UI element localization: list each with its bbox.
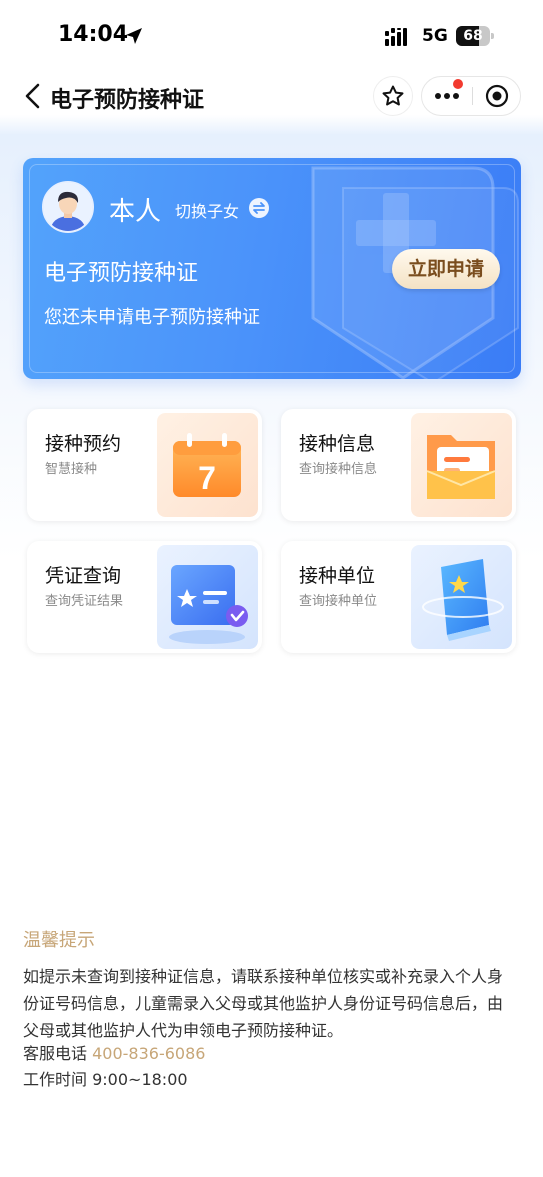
card-title: 凭证查询: [45, 565, 122, 587]
avatar: [42, 181, 94, 233]
person-name: 本人: [109, 197, 162, 227]
vaccination-unit-card[interactable]: 接种单位 查询接种单位: [281, 541, 516, 653]
status-bar: 14:04 5G 68: [0, 0, 543, 70]
certificate-title: 电子预防接种证: [44, 261, 199, 286]
more-button[interactable]: [422, 77, 472, 115]
certificate-status-text: 您还未申请电子预防接种证: [44, 307, 260, 328]
swap-icon: [253, 202, 265, 214]
card-title: 接种单位: [299, 565, 376, 587]
location-arrow-icon: [126, 28, 142, 44]
phone-number-link[interactable]: 400-836-6086: [92, 1044, 205, 1063]
apply-now-button[interactable]: 立即申请: [392, 249, 500, 289]
star-outline-icon: [382, 85, 404, 106]
switch-child-link[interactable]: 切换子女: [175, 198, 239, 222]
switch-arrows-icon[interactable]: [249, 198, 269, 218]
notification-dot: [453, 79, 463, 89]
folder-icon: [411, 413, 512, 517]
back-chevron-icon[interactable]: [20, 82, 46, 110]
battery-icon: 68: [456, 26, 494, 46]
battery-percent: 68: [463, 28, 483, 44]
vaccination-appointment-card[interactable]: 接种预约 智慧接种 7: [27, 409, 262, 521]
card-subtitle: 查询接种单位: [299, 594, 378, 609]
certificate-query-card[interactable]: 凭证查询 查询凭证结果: [27, 541, 262, 653]
working-hours-row: 工作时间 9:00~18:00: [23, 1066, 188, 1090]
vaccination-certificate-card: 本人 切换子女 电子预防接种证 您还未申请电子预防接种证 立即申请: [23, 158, 521, 379]
card-title: 接种预约: [45, 433, 122, 455]
page-title: 电子预防接种证: [50, 88, 205, 113]
close-mini-program-button[interactable]: [473, 77, 521, 115]
calendar-icon: 7: [157, 413, 258, 517]
more-dots-icon: [435, 93, 459, 99]
hours-label: 工作时间: [23, 1070, 88, 1089]
status-time: 14:04: [58, 22, 129, 47]
nav-bar: 电子预防接种证: [0, 72, 543, 120]
tips-body: 如提示未查询到接种证信息，请联系接种单位核实或补充录入个人身份证号码信息，儿童需…: [23, 967, 504, 1040]
certificate-icon: [157, 545, 258, 649]
user-avatar-icon: [44, 183, 92, 231]
tips-title: 温馨提示: [23, 930, 95, 951]
favorite-button[interactable]: [373, 76, 413, 116]
signal-icon: [385, 28, 407, 46]
target-circle-icon: [485, 84, 509, 108]
vaccination-info-card[interactable]: 接种信息 查询接种信息: [281, 409, 516, 521]
card-subtitle: 查询接种信息: [299, 462, 378, 477]
hours-value: 9:00~18:00: [92, 1070, 188, 1089]
phone-label: 客服电话: [23, 1044, 88, 1063]
mini-program-capsule: [421, 76, 521, 116]
card-subtitle: 查询凭证结果: [45, 594, 124, 609]
card-title: 接种信息: [299, 433, 376, 455]
card-subtitle: 智慧接种: [45, 462, 98, 477]
calendar-day: 7: [198, 460, 216, 496]
book-icon: [411, 545, 512, 649]
customer-service-row: 客服电话 400-836-6086: [23, 1040, 205, 1064]
network-type: 5G: [422, 26, 448, 46]
